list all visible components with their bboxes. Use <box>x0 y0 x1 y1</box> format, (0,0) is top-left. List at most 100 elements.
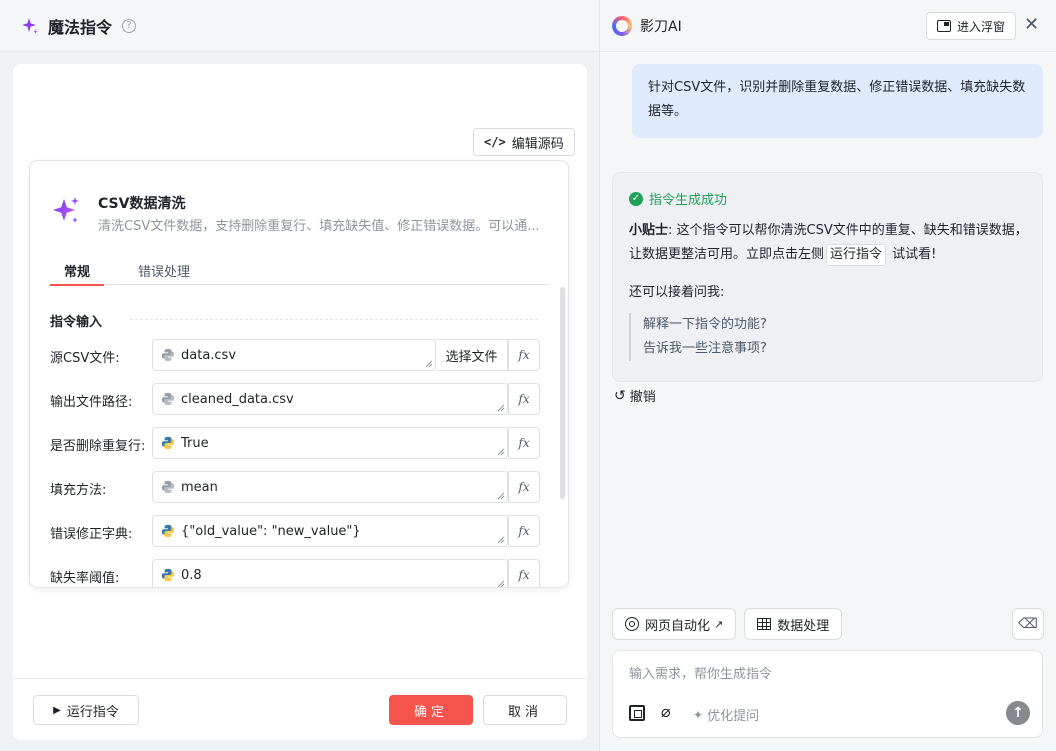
fx-button[interactable]: fx <box>508 515 540 547</box>
python-gray-icon <box>161 392 175 406</box>
tab-general[interactable]: 常规 <box>49 261 105 286</box>
float-window-icon <box>937 20 951 32</box>
tip-tail: 试试看! <box>892 247 937 262</box>
web-automation-label: 网页自动化 <box>645 618 711 634</box>
field-value: data.csv <box>181 347 237 363</box>
float-window-label: 进入浮窗 <box>957 19 1006 34</box>
field-value: cleaned_data.csv <box>181 391 294 407</box>
field-source-csv: 源CSV文件: data.csv 选择文件 fx <box>50 339 542 371</box>
close-icon[interactable]: ✕ <box>1024 16 1039 34</box>
fx-button[interactable]: fx <box>508 339 540 371</box>
fx-button[interactable]: fx <box>508 383 540 415</box>
clear-chat-button[interactable]: ⌫ <box>1012 608 1044 640</box>
run-command-chip[interactable]: 运行指令 <box>826 244 887 266</box>
play-icon: ▶ <box>53 704 61 716</box>
magic-command-panel: 魔法指令 ? </> 编辑源码 CSV数据清洗 清洗CSV文件数据，支持删除重复… <box>0 0 600 751</box>
field-label: 缺失率阈值: <box>50 571 120 586</box>
confirm-button[interactable]: 确定 <box>389 695 473 725</box>
python-color-icon <box>161 436 175 450</box>
app-logo-icon <box>612 15 632 36</box>
command-description: 清洗CSV文件数据，支持删除重复行、填充缺失值、修正错误数据。可以通... <box>98 219 540 234</box>
python-color-icon <box>161 524 175 538</box>
sparkle-icon <box>22 17 38 34</box>
fx-button[interactable]: fx <box>508 471 540 503</box>
fill-method-input[interactable]: mean <box>152 471 508 503</box>
field-label: 输出文件路径: <box>50 395 133 410</box>
scrollbar[interactable] <box>560 287 565 499</box>
sparkle-icon: ✦ <box>693 707 704 722</box>
field-value: mean <box>181 479 218 495</box>
help-icon[interactable]: ? <box>122 18 137 33</box>
screenshot-icon[interactable] <box>629 705 645 721</box>
suggestion-item[interactable]: 告诉我一些注意事项? <box>643 337 767 361</box>
fx-button[interactable]: fx <box>508 559 540 587</box>
send-button[interactable]: ↑ <box>1006 701 1030 725</box>
table-icon <box>757 618 772 630</box>
field-value: 0.8 <box>181 567 202 583</box>
resize-handle-icon[interactable] <box>497 580 505 588</box>
left-footer: ▶ 运行指令 确定 取消 <box>13 678 587 740</box>
resize-handle-icon[interactable] <box>497 536 505 544</box>
command-title: CSV数据清洗 <box>98 196 186 212</box>
command-editor: </> 编辑源码 CSV数据清洗 清洗CSV文件数据，支持删除重复行、填充缺失值… <box>13 64 587 740</box>
field-label: 是否删除重复行: <box>50 439 146 454</box>
field-error-dict: 错误修正字典: {"old_value": "new_value"} fx <box>50 515 542 547</box>
cancel-button[interactable]: 取消 <box>483 695 567 725</box>
python-gray-icon <box>161 480 175 494</box>
data-processing-button[interactable]: 数据处理 <box>744 608 843 640</box>
undo-label: 撤销 <box>629 390 656 405</box>
app-name: 影刀AI <box>640 18 682 35</box>
run-command-button[interactable]: ▶ 运行指令 <box>33 695 139 725</box>
also-ask-label: 还可以接着问我: <box>629 285 725 300</box>
remove-duplicates-input[interactable]: True <box>152 427 508 459</box>
resize-handle-icon[interactable] <box>497 448 505 456</box>
right-header: 影刀AI 进入浮窗 ✕ <box>600 0 1056 52</box>
ai-response-card: ✓ 指令生成成功 小贴士: 这个指令可以帮你清洗CSV文件中的重复、缺失和错误数… <box>612 172 1043 382</box>
arrow-up-icon: ↑ <box>1012 705 1024 721</box>
resize-handle-icon[interactable] <box>497 404 505 412</box>
field-output-path: 输出文件路径: cleaned_data.csv fx <box>50 383 542 415</box>
ai-assistant-panel: 影刀AI 进入浮窗 ✕ 针对CSV文件，识别并删除重复数据、修正错误数据、填充缺… <box>600 0 1056 751</box>
optimize-question-button[interactable]: ✦ 优化提问 <box>693 705 759 725</box>
field-label: 填充方法: <box>50 483 107 498</box>
user-message: 针对CSV文件，识别并删除重复数据、修正错误数据、填充缺失数据等。 <box>632 64 1043 138</box>
field-value: {"old_value": "new_value"} <box>181 523 361 539</box>
float-window-button[interactable]: 进入浮窗 <box>926 12 1017 40</box>
source-csv-input[interactable]: data.csv <box>152 339 436 371</box>
broom-icon: ⌫ <box>1018 616 1038 632</box>
section-divider <box>130 319 538 320</box>
field-label: 错误修正字典: <box>50 527 133 542</box>
tip-label: 小贴士 <box>629 223 669 238</box>
suggestion-list: 解释一下指令的功能? 告诉我一些注意事项? <box>629 313 767 361</box>
resize-handle-icon[interactable] <box>497 492 505 500</box>
quick-actions: 网页自动化 ↗ 数据处理 <box>612 608 850 640</box>
tip-text: 小贴士: 这个指令可以帮你清洗CSV文件中的重复、缺失和错误数据，让数据更整洁可… <box>629 219 1034 267</box>
python-gray-icon <box>161 348 175 362</box>
data-processing-label: 数据处理 <box>777 618 830 634</box>
error-dict-input[interactable]: {"old_value": "new_value"} <box>152 515 508 547</box>
run-command-label: 运行指令 <box>66 704 119 720</box>
choose-file-button[interactable]: 选择文件 <box>436 339 508 371</box>
attachment-icon[interactable]: ⌀ <box>661 702 671 721</box>
field-label: 源CSV文件: <box>50 351 120 366</box>
fx-button[interactable]: fx <box>508 427 540 459</box>
chat-input-box: ⌀ ✦ 优化提问 ↑ <box>612 650 1043 738</box>
tab-error-handling[interactable]: 错误处理 <box>138 261 190 280</box>
check-circle-icon: ✓ <box>629 191 643 206</box>
suggestion-item[interactable]: 解释一下指令的功能? <box>643 313 767 337</box>
field-value: True <box>181 435 209 451</box>
edit-source-button[interactable]: </> 编辑源码 <box>473 128 575 156</box>
undo-icon: ↺ <box>614 387 626 404</box>
field-fill-method: 填充方法: mean fx <box>50 471 542 503</box>
browser-icon <box>625 617 639 631</box>
chat-input[interactable] <box>629 667 1019 682</box>
success-status: ✓ 指令生成成功 <box>629 189 727 208</box>
output-path-input[interactable]: cleaned_data.csv <box>152 383 508 415</box>
field-missing-threshold: 缺失率阈值: 0.8 fx <box>50 559 542 588</box>
web-automation-button[interactable]: 网页自动化 ↗ <box>612 608 737 640</box>
section-title: 指令输入 <box>50 315 103 330</box>
missing-threshold-input[interactable]: 0.8 <box>152 559 508 588</box>
status-text: 指令生成成功 <box>649 193 728 208</box>
resize-handle-icon[interactable] <box>425 360 433 368</box>
undo-button[interactable]: ↺ 撤销 <box>614 386 656 406</box>
